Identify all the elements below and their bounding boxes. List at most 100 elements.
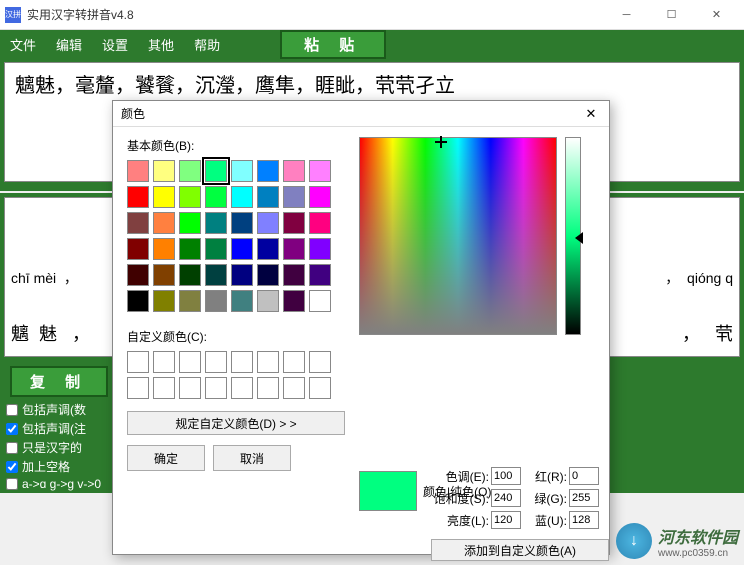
color-swatch[interactable] — [231, 160, 253, 182]
hue-input[interactable] — [491, 467, 521, 485]
color-swatch[interactable] — [127, 290, 149, 312]
color-swatch[interactable] — [257, 290, 279, 312]
minimize-button[interactable]: ─ — [604, 1, 649, 29]
color-swatch[interactable] — [257, 186, 279, 208]
color-swatch[interactable] — [205, 212, 227, 234]
ok-button[interactable]: 确定 — [127, 445, 205, 471]
blue-input[interactable] — [569, 511, 599, 529]
color-swatch[interactable] — [205, 264, 227, 286]
custom-color-swatch[interactable] — [257, 377, 279, 399]
custom-color-swatch[interactable] — [283, 377, 305, 399]
color-swatch[interactable] — [309, 212, 331, 234]
option-label: 只是汉字的 — [22, 439, 82, 456]
color-swatch[interactable] — [179, 212, 201, 234]
basic-color-grid — [127, 160, 345, 312]
color-swatch[interactable] — [127, 212, 149, 234]
color-swatch[interactable] — [283, 264, 305, 286]
color-swatch[interactable] — [153, 238, 175, 260]
color-swatch[interactable] — [179, 238, 201, 260]
custom-color-swatch[interactable] — [153, 351, 175, 373]
custom-color-swatch[interactable] — [205, 377, 227, 399]
checkbox-input[interactable] — [6, 442, 18, 454]
color-swatch[interactable] — [153, 264, 175, 286]
color-swatch[interactable] — [283, 238, 305, 260]
watermark-logo-icon: ↓ — [616, 523, 652, 559]
color-swatch[interactable] — [127, 186, 149, 208]
color-swatch[interactable] — [179, 160, 201, 182]
dialog-close-button[interactable]: ✕ — [581, 105, 601, 123]
color-swatch[interactable] — [127, 238, 149, 260]
color-gradient-picker[interactable] — [359, 137, 557, 335]
menu-file[interactable]: 文件 — [10, 35, 36, 54]
custom-color-swatch[interactable] — [231, 377, 253, 399]
red-input[interactable] — [569, 467, 599, 485]
custom-color-swatch[interactable] — [309, 351, 331, 373]
cancel-button[interactable]: 取消 — [213, 445, 291, 471]
sat-input[interactable] — [491, 489, 521, 507]
maximize-button[interactable]: ☐ — [649, 1, 694, 29]
color-swatch[interactable] — [153, 212, 175, 234]
color-swatch[interactable] — [257, 264, 279, 286]
green-input[interactable] — [569, 489, 599, 507]
option-label: 加上空格 — [22, 458, 70, 475]
option-label: 包括声调(注 — [22, 420, 86, 437]
menu-help[interactable]: 帮助 — [194, 35, 220, 54]
custom-color-swatch[interactable] — [283, 351, 305, 373]
color-swatch[interactable] — [309, 160, 331, 182]
custom-color-swatch[interactable] — [179, 351, 201, 373]
color-swatch[interactable] — [179, 290, 201, 312]
color-swatch[interactable] — [179, 186, 201, 208]
custom-color-swatch[interactable] — [153, 377, 175, 399]
color-swatch[interactable] — [205, 238, 227, 260]
color-swatch[interactable] — [257, 160, 279, 182]
custom-colors-label: 自定义颜色(C): — [127, 328, 345, 345]
color-swatch[interactable] — [231, 186, 253, 208]
color-swatch[interactable] — [231, 264, 253, 286]
color-swatch[interactable] — [153, 186, 175, 208]
checkbox-input[interactable] — [6, 461, 18, 473]
app-icon: 汉拼 — [5, 7, 21, 23]
color-swatch[interactable] — [309, 186, 331, 208]
paste-button[interactable]: 粘 贴 — [280, 30, 386, 59]
color-swatch[interactable] — [283, 290, 305, 312]
color-swatch[interactable] — [205, 290, 227, 312]
color-swatch[interactable] — [179, 264, 201, 286]
menu-other[interactable]: 其他 — [148, 35, 174, 54]
color-swatch[interactable] — [231, 238, 253, 260]
custom-color-swatch[interactable] — [309, 377, 331, 399]
checkbox-input[interactable] — [6, 423, 18, 435]
color-swatch[interactable] — [257, 238, 279, 260]
color-swatch[interactable] — [257, 212, 279, 234]
color-swatch[interactable] — [127, 264, 149, 286]
close-button[interactable]: ✕ — [694, 1, 739, 29]
color-swatch[interactable] — [309, 238, 331, 260]
custom-color-swatch[interactable] — [205, 351, 227, 373]
color-swatch[interactable] — [309, 264, 331, 286]
custom-color-swatch[interactable] — [231, 351, 253, 373]
dialog-title: 颜色 — [121, 105, 581, 122]
color-swatch[interactable] — [283, 186, 305, 208]
color-swatch[interactable] — [231, 212, 253, 234]
define-custom-button[interactable]: 规定自定义颜色(D) > > — [127, 411, 345, 435]
menu-edit[interactable]: 编辑 — [56, 35, 82, 54]
color-swatch[interactable] — [153, 290, 175, 312]
lum-input[interactable] — [491, 511, 521, 529]
custom-color-swatch[interactable] — [127, 377, 149, 399]
color-swatch[interactable] — [283, 160, 305, 182]
color-swatch[interactable] — [309, 290, 331, 312]
color-swatch[interactable] — [205, 186, 227, 208]
hanzi-row: 魑 魅 ， — [11, 320, 90, 346]
color-swatch[interactable] — [231, 290, 253, 312]
custom-color-swatch[interactable] — [127, 351, 149, 373]
lum-label: 亮度(L): — [431, 512, 489, 529]
checkbox-input[interactable] — [6, 478, 18, 490]
color-swatch[interactable] — [127, 160, 149, 182]
menu-settings[interactable]: 设置 — [102, 35, 128, 54]
color-swatch[interactable] — [283, 212, 305, 234]
color-swatch[interactable] — [205, 160, 227, 182]
custom-color-swatch[interactable] — [179, 377, 201, 399]
add-to-custom-button[interactable]: 添加到自定义颜色(A) — [431, 539, 609, 561]
crosshair-icon — [435, 136, 447, 148]
custom-color-swatch[interactable] — [257, 351, 279, 373]
color-swatch[interactable] — [153, 160, 175, 182]
